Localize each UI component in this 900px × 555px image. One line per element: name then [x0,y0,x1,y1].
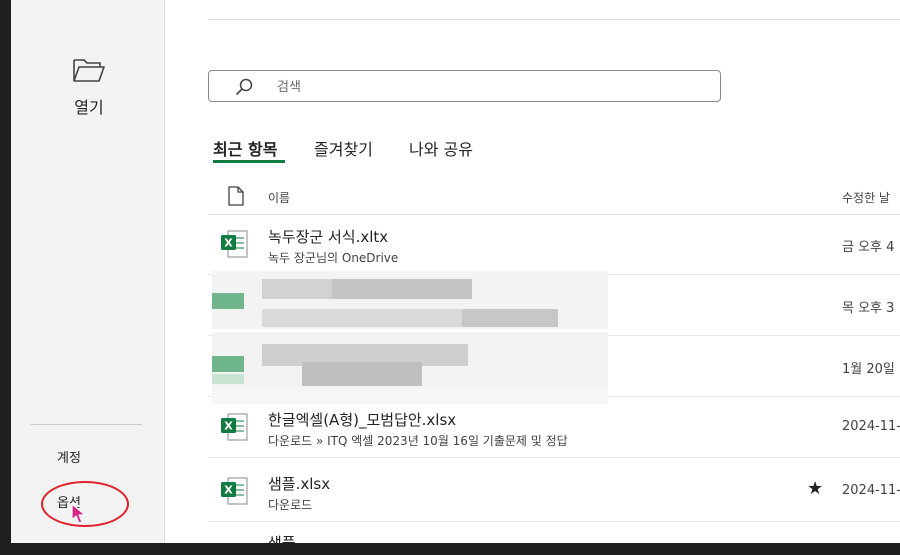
tab-recent-label: 최근 항목 [213,140,278,159]
backstage-sidebar: 열기 계정 옵션 [11,0,165,543]
open-main-pane: 최근 항목 즐겨찾기 나와 공유 이름 수정한 날 X 녹두장군 서식.xltx [164,0,900,543]
excel-backstage-window: 열기 계정 옵션 최근 항목 즐겨찾기 나와 공유 [11,0,900,543]
file-row[interactable]: X 한글엑셀(A형)_모범답안.xlsx 다운로드 » ITQ 엑셀 2023년… [208,397,900,458]
top-divider [208,19,900,20]
file-title: 녹두장군 서식.xltx [268,228,389,246]
svg-text:X: X [224,420,233,433]
blurred-overlap [212,388,608,404]
file-modified-date: 금 오후 4 [842,240,895,255]
excel-file-icon: X [221,230,248,258]
file-row[interactable]: X 샘플.xlsx 다운로드 ★ 2024-11- [208,461,900,522]
column-header-name[interactable]: 이름 [268,189,290,206]
sidebar-divider [31,424,142,425]
file-location: 다운로드 » ITQ 엑셀 2023년 10월 16일 기출문제 및 정답 [268,434,568,448]
file-modified-date: 1월 20일 [842,362,895,377]
file-row[interactable]: X 녹두장군 서식.xltx 녹두 장군님의 OneDrive 금 오후 4 [208,214,900,275]
blurred-file-info [212,332,608,390]
file-location: 다운로드 [268,498,313,512]
search-icon [235,78,253,96]
open-nav-button[interactable]: 열기 [39,50,139,130]
column-header-modified[interactable]: 수정한 날 [842,189,890,206]
file-list-header: 이름 수정한 날 [208,180,900,215]
blurred-file-info [212,271,608,329]
file-title: 샘플.xlsx [268,475,331,493]
file-title: 한글엑셀(A형)_모범답안.xlsx [268,411,457,429]
file-title: 샘플 [268,534,296,543]
mouse-cursor-icon [71,503,86,524]
svg-text:X: X [224,237,233,250]
search-input[interactable] [275,75,699,99]
active-tab-underline [213,160,285,163]
svg-text:X: X [224,484,233,497]
file-modified-date: 2024-11- [842,419,900,434]
tab-favorites[interactable]: 즐겨찾기 [314,136,373,160]
file-type-icon [228,186,244,206]
tab-recent[interactable]: 최근 항목 [213,136,285,163]
file-location: 녹두 장군님의 OneDrive [268,251,399,265]
file-modified-date: 2024-11- [842,483,900,498]
account-nav-link[interactable]: 계정 [57,447,81,466]
search-box[interactable] [208,70,721,102]
excel-file-icon: X [221,477,248,505]
file-row[interactable]: 샘플 [208,522,900,543]
open-nav-label: 열기 [74,98,104,117]
tab-shared-with-me[interactable]: 나와 공유 [409,136,473,160]
pinned-star-icon[interactable]: ★ [807,478,823,499]
file-modified-date: 목 오후 3 [842,301,895,316]
folder-open-icon [73,59,105,82]
excel-file-icon: X [221,413,248,441]
